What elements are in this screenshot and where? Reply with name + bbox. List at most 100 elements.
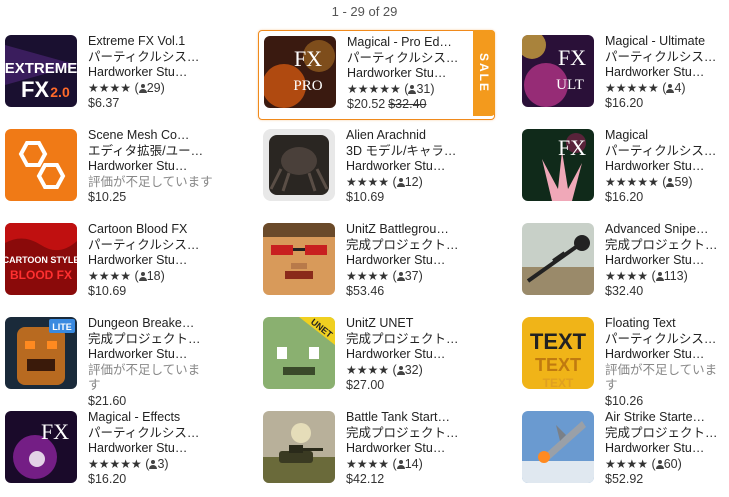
product-category: パーティクルシス… bbox=[88, 237, 200, 252]
extreme-fx-thumbnail[interactable]: EXTREME FX 2.0 bbox=[5, 35, 77, 107]
product-publisher[interactable]: Hardworker Stu… bbox=[346, 253, 486, 269]
unitz-unet-thumbnail[interactable]: UNET bbox=[263, 317, 335, 389]
product-card[interactable]: FX PRO Magical - Pro Ed… パーティクルシス… Hardw… bbox=[258, 30, 495, 120]
product-publisher[interactable]: Hardworker Stu… bbox=[346, 347, 486, 363]
product-price: $10.69 bbox=[88, 284, 127, 298]
product-publisher[interactable]: Hardworker Stu… bbox=[88, 347, 228, 363]
product-publisher[interactable]: Hardworker Stu… bbox=[605, 253, 729, 269]
cartoon-blood-thumbnail[interactable]: CARTOON STYLE BLOOD FX bbox=[5, 223, 77, 295]
rating-stars: ★★★★★ bbox=[605, 174, 659, 189]
product-title[interactable]: Magical - Ultimate bbox=[605, 34, 729, 50]
product-title[interactable]: Magical bbox=[605, 128, 729, 144]
product-publisher[interactable]: Hardworker Stu… bbox=[88, 253, 228, 269]
battle-tank-thumbnail[interactable] bbox=[263, 411, 335, 483]
product-publisher[interactable]: Hardworker Stu… bbox=[605, 347, 729, 363]
rating-stars: ★★★★ bbox=[88, 268, 132, 283]
product-title[interactable]: Scene Mesh Co… bbox=[88, 128, 228, 144]
product-card[interactable]: Alien Arachnid 3D モデル/キャラ… Hardworker St… bbox=[258, 124, 493, 212]
sale-badge: SALE bbox=[473, 30, 495, 116]
product-category: パーティクルシス… bbox=[605, 331, 717, 346]
product-card[interactable]: UnitZ Battlegrou… 完成プロジェクト… Hardworker S… bbox=[258, 218, 493, 306]
svg-text:FX: FX bbox=[41, 419, 69, 444]
product-info: Floating Text パーティクルシス… Hardworker Stu… 評… bbox=[605, 316, 729, 409]
product-category: パーティクルシス… bbox=[88, 425, 200, 440]
scene-mesh-thumbnail[interactable] bbox=[5, 129, 77, 201]
product-price: $20.52 bbox=[347, 97, 386, 111]
product-info: Magical - Pro Ed… パーティクルシス… Hardworker S… bbox=[347, 35, 487, 113]
product-publisher[interactable]: Hardworker Stu… bbox=[88, 65, 228, 81]
rating-row: ★★★★★ (31) bbox=[347, 81, 435, 96]
product-card[interactable]: Advanced Snipe… 完成プロジェクト… Hardworker Stu… bbox=[517, 218, 729, 306]
product-title[interactable]: Extreme FX Vol.1 bbox=[88, 34, 228, 50]
unitz-battleground-thumbnail[interactable] bbox=[263, 223, 335, 295]
user-icon bbox=[655, 459, 664, 469]
product-card[interactable]: FX Magical - Effects パーティクルシス… Hardworke… bbox=[0, 406, 235, 494]
floating-text-thumbnail[interactable]: TEXT TEXT TEXT bbox=[522, 317, 594, 389]
product-card[interactable]: FX Magical パーティクルシス… Hardworker Stu… ★★★… bbox=[517, 124, 729, 212]
svg-text:2.0: 2.0 bbox=[50, 84, 70, 100]
product-card[interactable]: Air Strike Starte… 完成プロジェクト… Hardworker … bbox=[517, 406, 729, 494]
magical-ultimate-thumbnail[interactable]: FX ULT bbox=[522, 35, 594, 107]
dungeon-breaker-thumbnail[interactable]: LITE bbox=[5, 317, 77, 389]
product-title[interactable]: UnitZ Battlegrou… bbox=[346, 222, 486, 238]
product-title[interactable]: Cartoon Blood FX bbox=[88, 222, 228, 238]
rating-row: ★★★★ (113) bbox=[605, 268, 688, 283]
product-publisher[interactable]: Hardworker Stu… bbox=[605, 65, 729, 81]
svg-text:FX: FX bbox=[558, 45, 586, 70]
product-info: Alien Arachnid 3D モデル/キャラ… Hardworker St… bbox=[346, 128, 486, 206]
product-info: Magical - Effects パーティクルシス… Hardworker S… bbox=[88, 410, 228, 488]
product-publisher[interactable]: Hardworker Stu… bbox=[605, 159, 729, 175]
advanced-sniper-thumbnail[interactable] bbox=[522, 223, 594, 295]
product-title[interactable]: Magical - Pro Ed… bbox=[347, 35, 487, 51]
product-price: $16.20 bbox=[88, 472, 127, 486]
product-title[interactable]: UnitZ UNET bbox=[346, 316, 486, 332]
product-title[interactable]: Battle Tank Start… bbox=[346, 410, 486, 426]
product-price: $52.92 bbox=[605, 472, 644, 486]
product-title[interactable]: Magical - Effects bbox=[88, 410, 228, 426]
svg-text:TEXT: TEXT bbox=[530, 329, 587, 354]
product-title[interactable]: Air Strike Starte… bbox=[605, 410, 729, 426]
price-row: $6.37 bbox=[88, 96, 228, 112]
original-price: $32.40 bbox=[388, 97, 427, 111]
product-info: Battle Tank Start… 完成プロジェクト… Hardworker … bbox=[346, 410, 486, 488]
air-strike-thumbnail[interactable] bbox=[522, 411, 594, 483]
product-price: $42.12 bbox=[346, 472, 385, 486]
rating-count: 12 bbox=[404, 174, 419, 189]
magical-thumbnail[interactable]: FX bbox=[522, 129, 594, 201]
product-price: $6.37 bbox=[88, 96, 120, 110]
product-publisher[interactable]: Hardworker Stu… bbox=[346, 441, 486, 457]
product-card[interactable]: EXTREME FX 2.0 Extreme FX Vol.1 パーティクルシス… bbox=[0, 30, 235, 118]
alien-arachnid-thumbnail[interactable] bbox=[263, 129, 335, 201]
product-info: UnitZ UNET 完成プロジェクト… Hardworker Stu… ★★★… bbox=[346, 316, 486, 394]
product-card[interactable]: Battle Tank Start… 完成プロジェクト… Hardworker … bbox=[258, 406, 493, 494]
rating-stars: ★★★★ bbox=[605, 268, 649, 283]
magical-effects-thumbnail[interactable]: FX bbox=[5, 411, 77, 483]
rating-stars: ★★★★ bbox=[605, 456, 649, 471]
product-card[interactable]: CARTOON STYLE BLOOD FX Cartoon Blood FX … bbox=[0, 218, 235, 306]
product-publisher[interactable]: Hardworker Stu… bbox=[347, 66, 487, 82]
svg-text:FX: FX bbox=[21, 77, 49, 102]
product-card[interactable]: Scene Mesh Co… エディタ拡張/ユー… Hardworker Stu… bbox=[0, 124, 235, 212]
price-row: $16.20 bbox=[88, 472, 228, 488]
product-card[interactable]: FX ULT Magical - Ultimate パーティクルシス… Hard… bbox=[517, 30, 729, 118]
rating-row: ★★★★ (18) bbox=[88, 268, 165, 283]
rating-count: 18 bbox=[146, 268, 161, 283]
rating-count: 31 bbox=[416, 81, 431, 96]
product-title[interactable]: Dungeon Breake… bbox=[88, 316, 228, 332]
magical-pro-thumbnail[interactable]: FX PRO bbox=[264, 36, 336, 108]
product-publisher[interactable]: Hardworker Stu… bbox=[88, 441, 228, 457]
product-publisher[interactable]: Hardworker Stu… bbox=[88, 159, 228, 175]
rating-stars: ★★★★★ bbox=[347, 81, 401, 96]
price-row: $52.92 bbox=[605, 472, 729, 488]
product-title[interactable]: Alien Arachnid bbox=[346, 128, 486, 144]
product-card[interactable]: LITE Dungeon Breake… 完成プロジェクト… Hardworke… bbox=[0, 312, 235, 408]
product-title[interactable]: Advanced Snipe… bbox=[605, 222, 729, 238]
rating-stars: ★★★★★ bbox=[605, 80, 659, 95]
product-category: パーティクルシス… bbox=[605, 143, 717, 158]
product-publisher[interactable]: Hardworker Stu… bbox=[346, 159, 486, 175]
product-publisher[interactable]: Hardworker Stu… bbox=[605, 441, 729, 457]
product-title[interactable]: Floating Text bbox=[605, 316, 729, 332]
product-card[interactable]: UNET UnitZ UNET 完成プロジェクト… Hardworker Stu… bbox=[258, 312, 493, 400]
product-card[interactable]: TEXT TEXT TEXT Floating Text パーティクルシス… H… bbox=[517, 312, 729, 408]
product-info: Advanced Snipe… 完成プロジェクト… Hardworker Stu… bbox=[605, 222, 729, 300]
